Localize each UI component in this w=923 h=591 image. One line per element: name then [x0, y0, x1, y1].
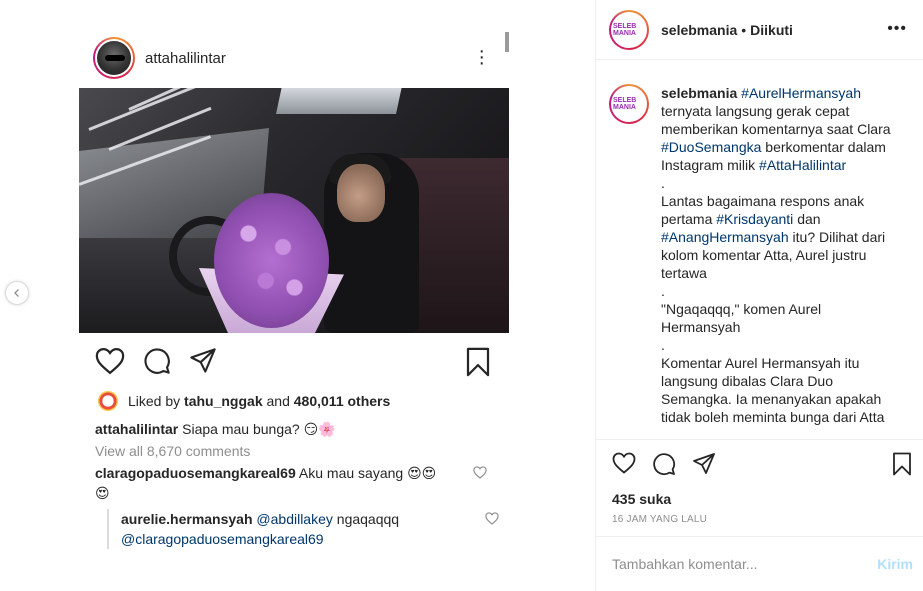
- caption-area: SELEB MANIA selebmania #AurelHermansyah …: [596, 60, 923, 440]
- reply-line: aurelie.hermansyah @abdillakey ngaqaqqq …: [121, 509, 509, 549]
- hashtag-link[interactable]: #AnangHermansyah: [661, 229, 789, 245]
- share-icon: [190, 348, 216, 373]
- hashtag-link[interactable]: #Krisdayanti: [716, 211, 793, 227]
- embedded-comment: claragopaduosemangkareal69 Aku mau sayan…: [79, 463, 509, 503]
- hashtag-link[interactable]: #AurelHermansyah: [741, 85, 861, 101]
- comment-icon: [144, 348, 170, 374]
- embedded-avatar: [93, 37, 135, 79]
- view-comments-text: View all 8,670 comments: [95, 443, 251, 459]
- header-separator: •: [741, 21, 747, 38]
- post-actions: [596, 440, 923, 488]
- embedded-photo: [79, 88, 509, 333]
- liker-avatar: [98, 391, 118, 411]
- comment-input[interactable]: [612, 556, 862, 572]
- post-comment-button[interactable]: Kirim: [877, 556, 913, 572]
- post-media: attahalilintar · · · Liked by tahu_nggak…: [0, 0, 595, 591]
- post-header: SELEB MANIA selebmania • Diikuti •••: [596, 0, 923, 60]
- caption-user: attahalilintar: [95, 421, 179, 437]
- caption-segment: Komentar Aurel Hermansyah itu langsung d…: [661, 355, 885, 425]
- embedded-username: attahalilintar: [145, 49, 226, 67]
- liked-by-and: and: [266, 393, 290, 409]
- comment-text: Aku mau sayang 😍😍: [298, 465, 437, 481]
- liked-by-user: tahu_nggak: [184, 393, 263, 409]
- save-bookmark-icon[interactable]: [892, 452, 912, 476]
- post-side-panel: SELEB MANIA selebmania • Diikuti ••• SEL…: [595, 0, 923, 591]
- more-options-button[interactable]: •••: [887, 20, 907, 38]
- caption-text: Siapa mau bunga? 😏🌸: [182, 421, 336, 437]
- caption-avatar[interactable]: SELEB MANIA: [609, 84, 649, 124]
- previous-post-button[interactable]: [5, 281, 29, 305]
- comment-user: claragopaduosemangkareal69: [95, 465, 296, 481]
- caption-segment: ternyata langsung gerak cepat memberikan…: [661, 103, 891, 137]
- heart-small-icon: [473, 466, 487, 479]
- liked-by-prefix: Liked by: [128, 393, 181, 409]
- caption-segment: dan: [797, 211, 821, 227]
- likes-count[interactable]: 435 suka: [596, 488, 923, 510]
- caption-dot: .: [661, 175, 665, 191]
- hashtag-link[interactable]: #AttaHalilintar: [759, 157, 846, 173]
- follow-status-button[interactable]: Diikuti: [750, 22, 793, 38]
- like-heart-icon[interactable]: [612, 452, 636, 474]
- hashtag-link[interactable]: #DuoSemangka: [661, 139, 761, 155]
- view-comments: View all 8,670 comments: [79, 441, 509, 461]
- chevron-left-icon: [14, 289, 19, 297]
- caption-dot: .: [661, 283, 665, 299]
- heart-small-icon: [485, 512, 499, 525]
- post-timestamp[interactable]: 16 JAM YANG LALU: [596, 514, 923, 534]
- liked-by-others: 480,011 others: [293, 393, 391, 409]
- embedded-liked-by: Liked by tahu_nggak and 480,011 others: [79, 389, 509, 413]
- heart-icon: [95, 347, 125, 375]
- share-icon[interactable]: [692, 452, 716, 476]
- author-username[interactable]: selebmania: [661, 22, 737, 38]
- caption-username[interactable]: selebmania: [661, 85, 737, 101]
- reply-mention-2: @claragopaduosemangkareal69: [121, 531, 324, 547]
- caption-segment: "Ngaqaqqq," komen Aurel Hermansyah: [661, 301, 822, 335]
- comment-icon[interactable]: [652, 452, 676, 476]
- embedded-caption: attahalilintar Siapa mau bunga? 😏🌸: [79, 419, 509, 439]
- caption-text: selebmania #AurelHermansyah ternyata lan…: [661, 84, 901, 439]
- more-options-icon: · · ·: [478, 40, 485, 74]
- embedded-reply: aurelie.hermansyah @abdillakey ngaqaqqq …: [107, 509, 509, 549]
- comment-box: Kirim: [596, 536, 923, 591]
- embedded-post-header: attahalilintar · · ·: [79, 28, 509, 88]
- reply-user: aurelie.hermansyah: [121, 511, 253, 527]
- caption-avatar-logo-text: SELEB MANIA: [611, 86, 647, 122]
- reply-text: ngaqaqqq: [336, 511, 400, 527]
- reply-mention: @abdillakey: [256, 511, 333, 527]
- bookmark-icon: [466, 347, 490, 377]
- comment-text-emoji: 😍: [95, 485, 110, 501]
- embedded-screenshot: attahalilintar · · · Liked by tahu_nggak…: [79, 28, 509, 549]
- avatar-logo-text: SELEB MANIA: [611, 11, 647, 48]
- caption-dot: .: [661, 337, 665, 353]
- embedded-actions: [79, 333, 509, 389]
- author-avatar[interactable]: SELEB MANIA: [609, 9, 649, 50]
